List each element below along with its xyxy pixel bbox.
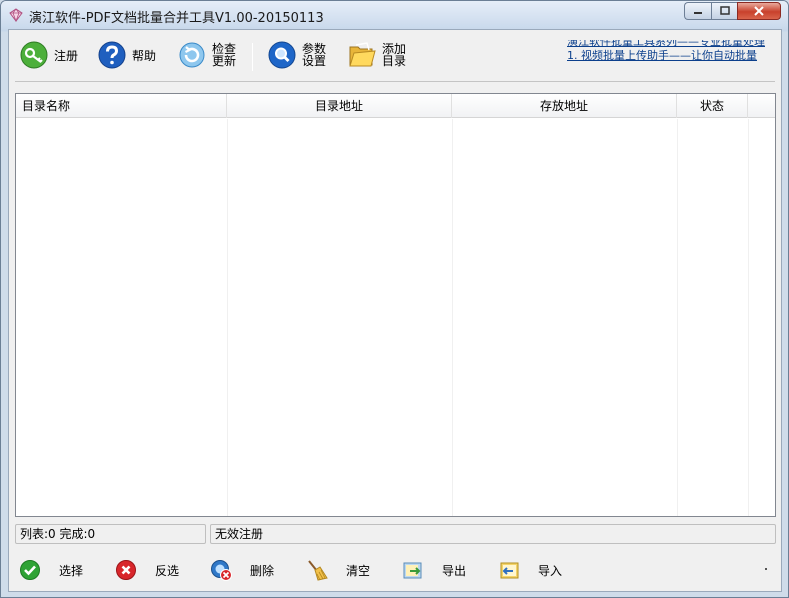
refresh-icon [179, 42, 205, 68]
column-grid-line [677, 119, 678, 516]
app-window: 演江软件-PDF文档批量合并工具V1.00-20150113 注册 帮助 检查 … [0, 0, 789, 598]
check-update-button[interactable]: 检查 更新 [177, 38, 236, 72]
delete-icon [211, 560, 232, 581]
window-controls [684, 2, 781, 20]
column-header-extra[interactable] [748, 94, 775, 118]
help-label: 帮助 [132, 48, 157, 63]
add-directory-label: 添加 目录 [382, 43, 406, 67]
import-button[interactable]: 导入 [498, 558, 562, 582]
column-grid-line [748, 119, 749, 516]
export-label: 导出 [442, 563, 467, 578]
delete-button[interactable]: 删除 [210, 558, 274, 582]
broom-icon [308, 560, 328, 581]
list-header: 目录名称 目录地址 存放地址 状态 [16, 94, 775, 118]
add-directory-button[interactable]: 添加 目录 [347, 38, 406, 72]
close-icon [754, 6, 764, 16]
select-label: 选择 [59, 563, 84, 578]
settings-button[interactable]: 参数 设置 [267, 38, 326, 72]
column-header-output-path[interactable]: 存放地址 [452, 94, 677, 118]
column-header-status[interactable]: 状态 [677, 94, 748, 118]
minimize-button[interactable] [684, 2, 711, 20]
delete-label: 删除 [250, 563, 275, 578]
toolbar-separator [252, 43, 253, 71]
check-circle-icon [20, 560, 40, 580]
register-label: 注册 [54, 48, 79, 63]
column-grid-line [452, 119, 453, 516]
magnifier-settings-icon [268, 41, 296, 69]
column-header-directory-name[interactable]: 目录名称 [16, 94, 227, 118]
status-bar: 列表:0 完成:0 无效注册 [15, 524, 776, 546]
check-update-label: 检查 更新 [212, 43, 236, 67]
select-button[interactable]: 选择 [19, 558, 83, 582]
import-label: 导入 [538, 563, 563, 578]
directory-list[interactable]: 目录名称 目录地址 存放地址 状态 [15, 93, 776, 517]
column-header-directory-path[interactable]: 目录地址 [227, 94, 452, 118]
settings-label: 参数 设置 [302, 43, 326, 67]
key-icon [20, 41, 48, 69]
help-button[interactable]: 帮助 [97, 38, 156, 72]
invert-selection-button[interactable]: 反选 [115, 558, 179, 582]
x-circle-icon [116, 560, 136, 580]
settings-label-line2: 设置 [302, 54, 327, 68]
toolbar-divider [15, 81, 775, 82]
maximize-button[interactable] [711, 2, 737, 20]
promo-links: 演江软件批量工具系列——专业批量处理 1. 视频批量上传助手——让你自动批量 [567, 40, 781, 70]
folder-open-icon [349, 42, 376, 67]
question-icon [98, 41, 126, 69]
resize-grip[interactable] [765, 568, 767, 570]
app-logo-icon [9, 8, 23, 22]
close-button[interactable] [737, 2, 781, 20]
client-area: 注册 帮助 检查 更新 参数 设置 添加 目录 演江软件批量工具系列——专业批量… [8, 29, 782, 592]
register-button[interactable]: 注册 [19, 38, 78, 72]
toolbar: 注册 帮助 检查 更新 参数 设置 添加 目录 演江软件批量工具系列——专业批量… [9, 30, 781, 82]
clear-label: 清空 [346, 563, 371, 578]
export-button[interactable]: 导出 [402, 558, 466, 582]
status-registration: 无效注册 [210, 524, 776, 544]
export-icon [403, 562, 422, 579]
invert-selection-label: 反选 [155, 563, 180, 578]
status-counts: 列表:0 完成:0 [15, 524, 206, 544]
promo-link-1[interactable]: 演江软件批量工具系列——专业批量处理 [567, 40, 781, 49]
maximize-icon [719, 6, 730, 15]
promo-link-2[interactable]: 1. 视频批量上传助手——让你自动批量 [567, 49, 781, 63]
check-update-label-line2: 更新 [212, 54, 237, 68]
clear-button[interactable]: 清空 [306, 558, 370, 582]
import-icon [500, 562, 519, 579]
window-title: 演江软件-PDF文档批量合并工具V1.00-20150113 [29, 11, 324, 26]
add-directory-label-line2: 目录 [382, 54, 407, 68]
minimize-icon [694, 12, 702, 14]
bottom-toolbar: 选择 反选 删除 清空 导出 导入 [9, 548, 781, 588]
column-grid-line [227, 119, 228, 516]
title-bar[interactable]: 演江软件-PDF文档批量合并工具V1.00-20150113 [1, 1, 788, 29]
